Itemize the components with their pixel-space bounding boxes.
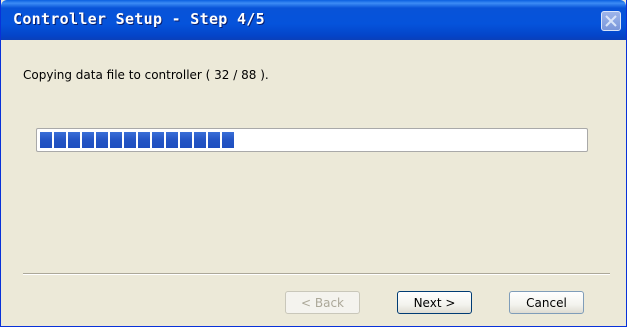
progress-segment xyxy=(180,132,192,148)
progress-segment xyxy=(40,132,52,148)
progress-segment xyxy=(110,132,122,148)
separator xyxy=(23,273,610,275)
close-button[interactable] xyxy=(601,11,621,31)
progress-segment xyxy=(82,132,94,148)
window-title: Controller Setup - Step 4/5 xyxy=(13,10,265,28)
progress-segment xyxy=(208,132,220,148)
close-icon xyxy=(605,15,617,27)
title-bar[interactable]: Controller Setup - Step 4/5 xyxy=(1,0,626,40)
status-message: Copying data file to controller ( 32 / 8… xyxy=(23,68,269,82)
setup-dialog: Controller Setup - Step 4/5 Copying data… xyxy=(0,0,627,327)
progress-segment xyxy=(68,132,80,148)
progress-bar xyxy=(36,128,588,152)
progress-segment xyxy=(152,132,164,148)
progress-segment xyxy=(54,132,66,148)
progress-segment xyxy=(194,132,206,148)
progress-fill xyxy=(40,132,234,148)
progress-segment xyxy=(124,132,136,148)
next-button[interactable]: Next > xyxy=(397,291,472,314)
cancel-button[interactable]: Cancel xyxy=(509,291,584,314)
progress-segment xyxy=(138,132,150,148)
progress-segment xyxy=(166,132,178,148)
progress-segment xyxy=(222,132,234,148)
progress-segment xyxy=(96,132,108,148)
back-button[interactable]: < Back xyxy=(285,291,360,314)
